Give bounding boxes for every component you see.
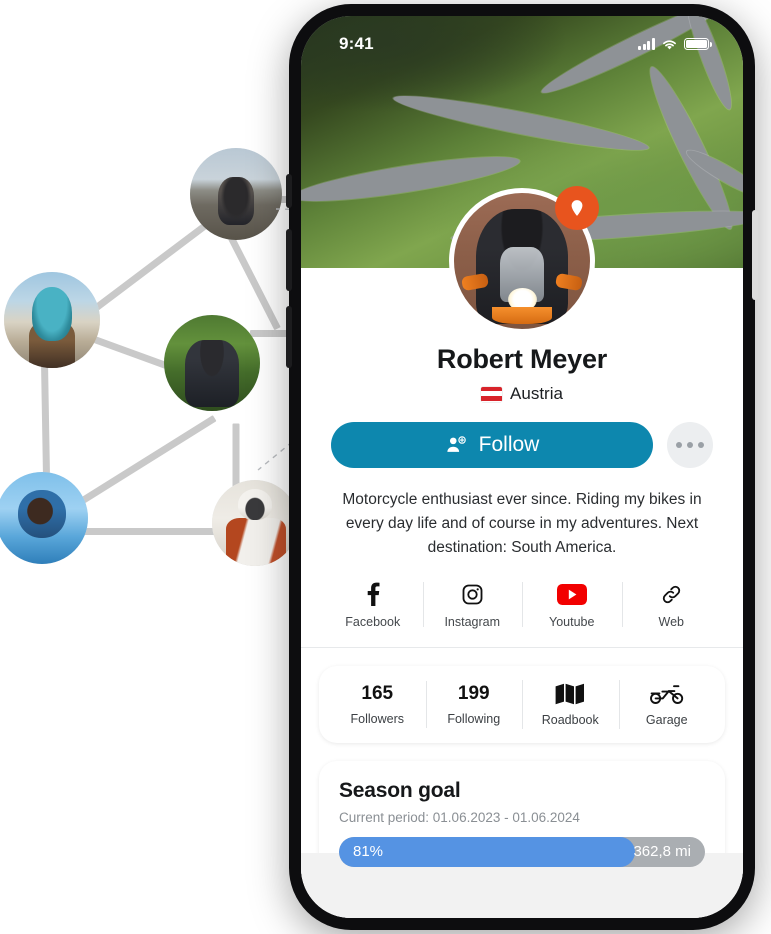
phone-frame: 9:41 Robert Meyer Austria Follow Motorcy… (286, 4, 758, 930)
stat-followers-value: 165 (361, 683, 394, 705)
status-bar-icons (638, 38, 712, 51)
season-goal-percent-label: 81% (353, 843, 384, 861)
avatar-node-rider-road[interactable] (190, 148, 282, 240)
austria-flag-icon (481, 386, 503, 402)
profile-country-label: Austria (510, 384, 563, 403)
season-goal-title: Season goal (339, 779, 461, 803)
avatar-node-forest-rider-image (164, 315, 260, 411)
stats-card: 165 Followers 199 Following Roadbook Gar… (319, 666, 725, 744)
status-bar-clock: 9:41 (339, 34, 374, 53)
battery-icon (684, 38, 712, 50)
stat-following[interactable]: 199 Following (425, 681, 523, 729)
season-goal-remaining-label: 362,8 mi (633, 843, 691, 861)
person-add-icon (447, 436, 466, 452)
page-title: Robert Meyer (436, 344, 608, 374)
phone-mute-switch[interactable] (286, 174, 292, 208)
ellipsis-icon (675, 441, 683, 449)
stat-garage[interactable]: Garage (618, 680, 716, 730)
youtube-icon (556, 582, 587, 606)
cellular-bars-icon (638, 38, 655, 50)
stat-following-label: Following (447, 712, 501, 727)
profile-avatar-wrapper[interactable] (449, 186, 599, 334)
social-link-web-label: Web (658, 615, 684, 630)
ellipsis-icon (686, 441, 694, 449)
social-network-graph (0, 0, 330, 934)
facebook-icon (366, 582, 380, 607)
stat-roadbook[interactable]: Roadbook (522, 680, 619, 730)
avatar-node-rider-road-image (190, 148, 282, 240)
link-icon (660, 582, 683, 606)
social-link-facebook[interactable]: Facebook (323, 578, 423, 631)
social-link-instagram-label: Instagram (444, 615, 501, 630)
social-links: Facebook Instagram Youtube Web (323, 578, 721, 631)
more-options-button[interactable] (667, 422, 713, 468)
avatar-node-blue-helmet-image (4, 272, 100, 368)
avatar-bumper (492, 307, 552, 324)
phone-volume-down-button[interactable] (286, 306, 292, 368)
season-goal-period: Current period: 01.06.2023 - 01.06.2024 (339, 810, 580, 826)
profile-sheet: Robert Meyer Austria Follow Motorcycle e… (301, 268, 743, 918)
status-bar: 9:41 (301, 16, 743, 64)
stat-followers[interactable]: 165 Followers (329, 683, 426, 726)
phone-screen: 9:41 Robert Meyer Austria Follow Motorcy… (301, 16, 743, 918)
avatar-node-scooter-girl-image (0, 472, 88, 564)
follow-button-label: Follow (478, 433, 540, 456)
phone-power-button[interactable] (752, 210, 758, 300)
social-link-youtube-label: Youtube (549, 615, 595, 630)
map-icon (555, 682, 585, 706)
avatar-node-blue-helmet[interactable] (4, 272, 100, 368)
ellipsis-icon (697, 441, 705, 449)
section-divider (301, 647, 743, 649)
profile-bio: Motorcycle enthusiast ever since. Riding… (342, 491, 702, 557)
season-goal-progress-fill (339, 837, 636, 868)
phone-volume-up-button[interactable] (286, 229, 292, 291)
season-goal-progress-bar: 81% 362,8 mi (339, 837, 705, 868)
motorcycle-icon (649, 682, 684, 706)
social-link-web[interactable]: Web (621, 578, 722, 631)
avatar-node-white-helmet[interactable] (212, 480, 298, 566)
location-pin-icon[interactable] (555, 186, 599, 230)
stat-roadbook-label: Roadbook (541, 713, 599, 728)
stat-following-value: 199 (457, 683, 490, 705)
cover-road (391, 87, 651, 159)
follow-button[interactable]: Follow (331, 422, 653, 468)
avatar-node-white-helmet-image (212, 480, 298, 566)
social-link-instagram[interactable]: Instagram (422, 578, 523, 631)
instagram-icon (461, 582, 484, 606)
wifi-icon (663, 39, 676, 49)
stat-followers-label: Followers (350, 712, 405, 727)
avatar-node-forest-rider[interactable] (164, 315, 260, 411)
avatar-node-scooter-girl[interactable] (0, 472, 88, 564)
social-link-facebook-label: Facebook (345, 615, 401, 630)
profile-country: Austria (301, 384, 743, 404)
screenshot-root: 9:41 Robert Meyer Austria Follow Motorcy… (0, 0, 771, 934)
stat-garage-label: Garage (645, 713, 688, 728)
social-link-youtube[interactable]: Youtube (522, 578, 622, 631)
profile-action-row: Follow (301, 422, 743, 468)
